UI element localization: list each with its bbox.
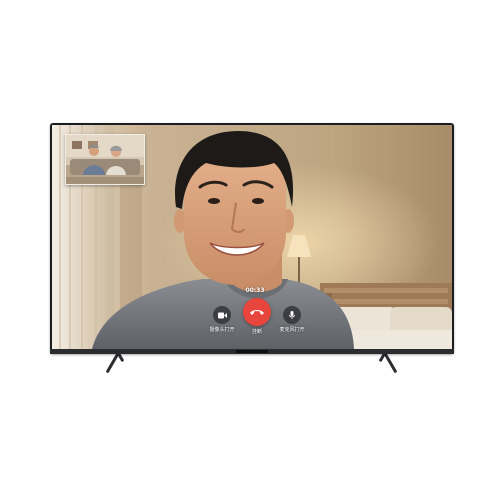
tv-screen: 00:33 摄像头打开 挂断 麦克风打开 <box>52 125 452 349</box>
hangup-button[interactable]: 挂断 <box>237 298 277 335</box>
tv-logo-strip <box>236 350 268 353</box>
self-view-video <box>66 135 144 184</box>
camera-toggle-button[interactable]: 摄像头打开 <box>202 306 242 333</box>
microphone-button-circle[interactable] <box>283 306 301 324</box>
tv-frame: 00:33 摄像头打开 挂断 麦克风打开 <box>50 123 454 354</box>
call-timer: 00:33 <box>245 287 265 294</box>
camera-toggle-label: 摄像头打开 <box>209 327 235 333</box>
tv-bottom-bezel <box>50 349 454 354</box>
hangup-button-circle[interactable] <box>243 298 271 326</box>
microphone-icon <box>289 310 295 319</box>
microphone-toggle-label: 麦克风打开 <box>279 327 305 333</box>
page: 00:33 摄像头打开 挂断 麦克风打开 <box>0 0 500 500</box>
self-view-pip[interactable] <box>65 134 145 185</box>
camera-button-circle[interactable] <box>213 306 231 324</box>
hangup-label: 挂断 <box>251 329 262 335</box>
microphone-toggle-button[interactable]: 麦克风打开 <box>272 306 312 333</box>
video-camera-icon <box>217 312 227 318</box>
tv-stand-right <box>383 352 398 374</box>
phone-hangup-icon <box>250 310 264 315</box>
